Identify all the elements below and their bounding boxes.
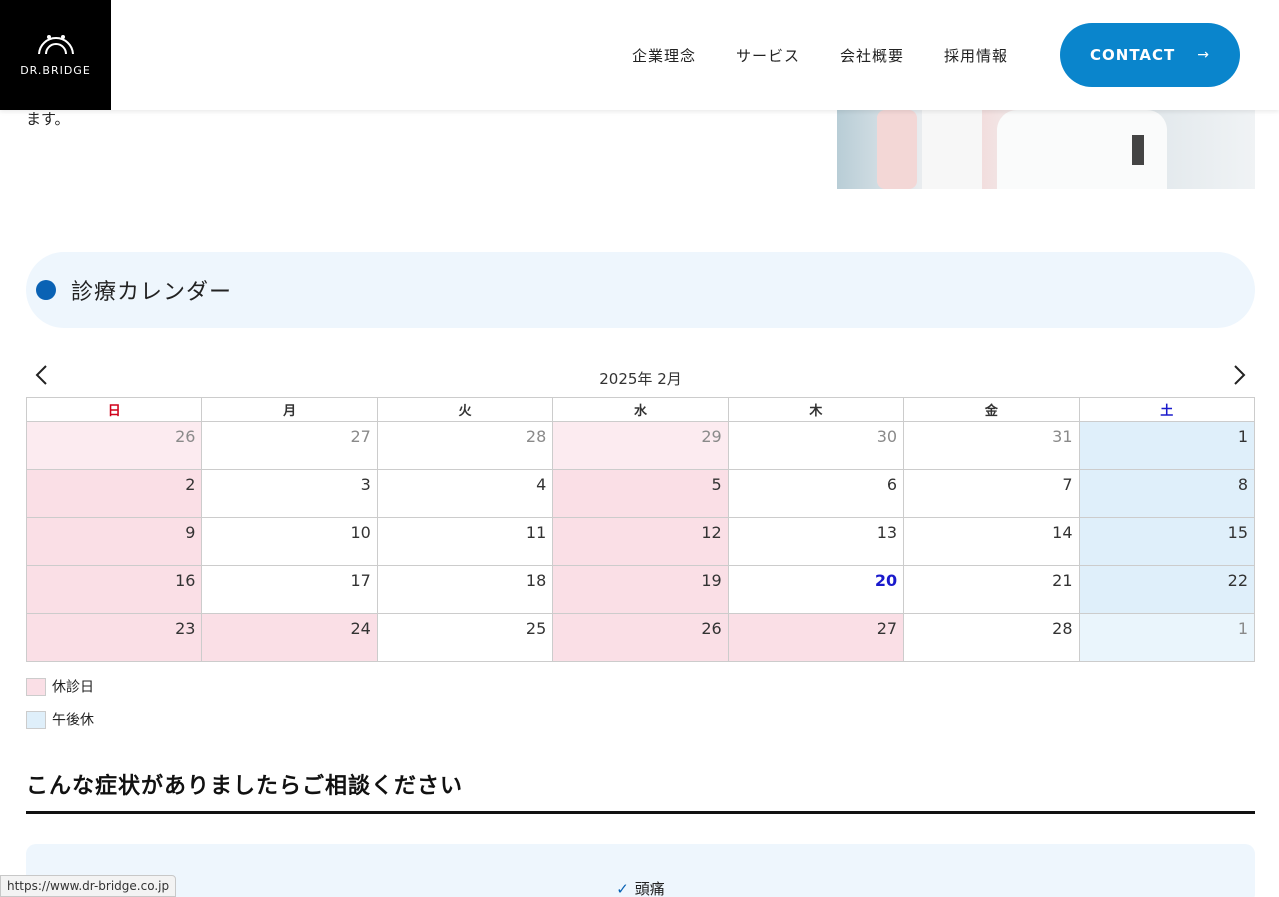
calendar-day-cell[interactable]: 29 (552, 421, 729, 470)
symptoms-heading: こんな症状がありましたらご相談ください (26, 774, 464, 799)
calendar-week-row: 23 24 25 26 27 28 1 (25, 613, 1256, 662)
check-icon: ✓ (616, 880, 629, 897)
calendar-day-cell[interactable]: 19 (552, 565, 729, 614)
nav-item-philosophy[interactable]: 企業理念 (632, 45, 696, 66)
calendar-day-cell[interactable]: 28 (376, 421, 554, 470)
symptom-item: ✓ 頭痛 (26, 878, 1255, 897)
weekday-header: 金 (903, 397, 1080, 422)
calendar-day-cell[interactable]: 8 (1078, 469, 1256, 518)
calendar-day-cell[interactable]: 13 (727, 517, 905, 566)
calendar-day-cell[interactable]: 28 (903, 613, 1080, 662)
calendar-month-label: 2025年 2月 (599, 370, 682, 388)
legend-label-pm-off: 午後休 (52, 712, 94, 729)
calendar-day-cell[interactable]: 27 (201, 421, 378, 470)
calendar-day-cell[interactable]: 23 (25, 613, 203, 662)
weekday-header: 日 (25, 397, 203, 422)
calendar-week-row: 26 27 28 29 30 31 1 (25, 421, 1256, 470)
section-title: 診療カレンダー (26, 252, 1255, 328)
calendar-day-cell[interactable]: 1 (1078, 421, 1256, 470)
calendar-day-cell[interactable]: 3 (201, 469, 378, 518)
symptoms-box: ✓ 頭痛 (26, 844, 1255, 897)
calendar-day-cell[interactable]: 25 (376, 613, 554, 662)
calendar-week-row: 16 17 18 19 20 21 22 (25, 565, 1256, 614)
intro-text: ます。 (26, 110, 70, 128)
calendar-day-cell[interactable]: 11 (376, 517, 554, 566)
chevron-right-icon[interactable] (1233, 364, 1247, 391)
calendar-day-cell[interactable]: 31 (903, 421, 1080, 470)
calendar-week-row: 2345678 (25, 469, 1256, 518)
calendar-day-cell[interactable]: 9 (25, 517, 203, 566)
calendar-day-cell[interactable]: 16 (25, 565, 203, 614)
nav-item-services[interactable]: サービス (736, 45, 800, 66)
nav-item-recruit[interactable]: 採用情報 (944, 45, 1008, 66)
status-bar-url: https://www.dr-bridge.co.jp (0, 875, 177, 897)
legend-swatch-closed (26, 677, 46, 696)
calendar-day-cell[interactable]: 5 (552, 469, 729, 518)
calendar-day-cell[interactable]: 7 (903, 469, 1080, 518)
logo-text: DR.BRIDGE (20, 63, 91, 77)
nav-item-company[interactable]: 会社概要 (840, 45, 904, 66)
weekday-header: 土 (1078, 397, 1256, 422)
calendar-day-cell[interactable]: 6 (727, 469, 905, 518)
bullet-dot-icon (36, 280, 56, 300)
calendar-day-cell[interactable]: 20 (727, 565, 905, 614)
contact-button[interactable]: CONTACT → (1060, 23, 1240, 87)
calendar-day-cell[interactable]: 21 (903, 565, 1080, 614)
calendar-day-cell[interactable]: 10 (201, 517, 378, 566)
logo-mark-icon (37, 34, 74, 54)
legend-label-closed: 休診日 (52, 679, 94, 696)
calendar-day-cell[interactable]: 26 (25, 421, 203, 470)
site-logo[interactable]: DR.BRIDGE (0, 0, 111, 110)
weekday-header: 木 (727, 397, 905, 422)
section-title-text: 診療カレンダー (71, 280, 233, 305)
legend-swatch-pm-off (26, 710, 46, 729)
calendar-day-cell[interactable]: 2 (25, 469, 203, 518)
calendar-day-cell[interactable]: 17 (201, 565, 378, 614)
legend-pm-off: 午後休 (26, 709, 94, 730)
calendar-nav: 2025年 2月 (26, 360, 1255, 394)
calendar-day-cell[interactable]: 14 (903, 517, 1080, 566)
calendar-weekday-row: 日 月 火 水 木 金 土 (25, 397, 1256, 422)
symptom-label: 頭痛 (634, 880, 665, 897)
calendar-day-cell[interactable]: 18 (376, 565, 554, 614)
calendar-day-cell[interactable]: 27 (727, 613, 905, 662)
weekday-header: 水 (552, 397, 729, 422)
legend-closed: 休診日 (26, 676, 94, 697)
calendar-day-cell[interactable]: 12 (552, 517, 729, 566)
calendar-table: 日 月 火 水 木 金 土 26 27 28 29 30 31 1 2 3 4 5 6 7 8 9 10 11 1… (25, 397, 1256, 662)
calendar-day-cell[interactable]: 15 (1078, 517, 1256, 566)
weekday-header: 月 (201, 397, 378, 422)
contact-button-label: CONTACT (1090, 46, 1176, 64)
calendar-week-row: 9 10 11 12 13 14 15 (25, 517, 1256, 566)
doctor-photo (837, 110, 1255, 189)
calendar-day-cell[interactable]: 30 (727, 421, 905, 470)
calendar-day-cell[interactable]: 1 (1078, 613, 1256, 662)
calendar-day-cell[interactable]: 24 (201, 613, 378, 662)
weekday-header: 火 (376, 397, 554, 422)
calendar-day-cell[interactable]: 26 (552, 613, 729, 662)
divider (26, 811, 1255, 814)
main-nav: 企業理念 サービス 会社概要 採用情報 (612, 0, 1028, 110)
calendar-day-cell[interactable]: 22 (1078, 565, 1256, 614)
arrow-right-icon: → (1197, 47, 1210, 63)
calendar-day-cell[interactable]: 4 (376, 469, 554, 518)
site-header: DR.BRIDGE 企業理念 サービス 会社概要 採用情報 CONTACT → (0, 0, 1279, 110)
